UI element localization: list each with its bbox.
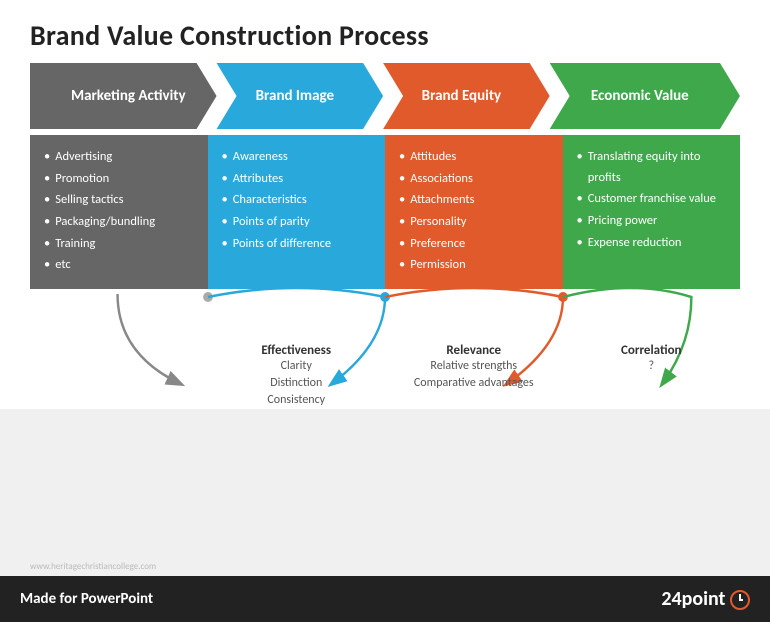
relevance-label: Relevance bbox=[390, 343, 558, 358]
list-item: Advertising bbox=[44, 147, 198, 168]
list-item: Awareness bbox=[222, 147, 376, 168]
bottom-labels: Effectiveness ClarityDistinctionConsiste… bbox=[30, 343, 740, 408]
arrow-brand-equity: Brand Equity bbox=[363, 63, 550, 129]
brand-image-list: Awareness Attributes Characteristics Poi… bbox=[222, 147, 376, 254]
list-item: Points of parity bbox=[222, 212, 376, 233]
bottom-brand-equity: Relevance Relative strengthsComparative … bbox=[385, 343, 563, 408]
list-item: Personality bbox=[399, 212, 553, 233]
arrow-brand-image: Brand Image bbox=[197, 63, 384, 129]
clock-icon-wrapper bbox=[725, 587, 750, 611]
content-brand-equity: Attitudes Associations Attachments Perso… bbox=[385, 135, 563, 289]
list-item: Pricing power bbox=[577, 211, 731, 232]
slide-title: Brand Value Construction Process bbox=[30, 18, 740, 53]
content-economic: Translating equity into profits Customer… bbox=[563, 135, 741, 289]
content-row: Advertising Promotion Selling tactics Pa… bbox=[30, 135, 740, 289]
correlation-sub: ? bbox=[568, 358, 736, 375]
footer-brand: 24point bbox=[661, 587, 750, 611]
list-item: Attributes bbox=[222, 169, 376, 190]
bottom-economic: Correlation ? bbox=[563, 343, 741, 408]
arrow-economic: Economic Value bbox=[530, 63, 740, 129]
footer-made-for: Made for PowerPoint bbox=[20, 590, 153, 608]
bottom-marketing bbox=[30, 343, 208, 408]
list-item: Expense reduction bbox=[577, 233, 731, 254]
list-item: etc bbox=[44, 255, 198, 276]
correlation-label: Correlation bbox=[568, 343, 736, 358]
clock-icon bbox=[730, 590, 750, 610]
list-item: Translating equity into profits bbox=[577, 147, 731, 188]
content-marketing: Advertising Promotion Selling tactics Pa… bbox=[30, 135, 208, 289]
bottom-brand-image: Effectiveness ClarityDistinctionConsiste… bbox=[208, 343, 386, 408]
list-item: Characteristics bbox=[222, 190, 376, 211]
marketing-list: Advertising Promotion Selling tactics Pa… bbox=[44, 147, 198, 276]
list-item: Promotion bbox=[44, 169, 198, 190]
footer: Made for PowerPoint 24point bbox=[0, 576, 770, 622]
connector-section: Effectiveness ClarityDistinctionConsiste… bbox=[30, 289, 740, 409]
brand-equity-list: Attitudes Associations Attachments Perso… bbox=[399, 147, 553, 276]
arrow-row: Marketing Activity Brand Image Brand Equ… bbox=[30, 63, 740, 129]
main-area: Marketing Activity Brand Image Brand Equ… bbox=[0, 63, 770, 409]
list-item: Packaging/bundling bbox=[44, 212, 198, 233]
list-item: Customer franchise value bbox=[577, 189, 731, 210]
content-brand-image: Awareness Attributes Characteristics Poi… bbox=[208, 135, 386, 289]
effectiveness-label: Effectiveness bbox=[213, 343, 381, 358]
list-item: Attachments bbox=[399, 190, 553, 211]
effectiveness-sub: ClarityDistinctionConsistency bbox=[213, 358, 381, 408]
list-item: Selling tactics bbox=[44, 190, 198, 211]
list-item: Training bbox=[44, 234, 198, 255]
list-item: Points of difference bbox=[222, 234, 376, 255]
list-item: Associations bbox=[399, 169, 553, 190]
list-item: Permission bbox=[399, 255, 553, 276]
watermark: www.heritagechristiancollege.com bbox=[30, 561, 156, 572]
list-item: Attitudes bbox=[399, 147, 553, 168]
slide-header: Brand Value Construction Process bbox=[0, 0, 770, 63]
relevance-sub: Relative strengthsComparative advantages bbox=[390, 358, 558, 392]
arrow-marketing: Marketing Activity bbox=[30, 63, 217, 129]
economic-list: Translating equity into profits Customer… bbox=[577, 147, 731, 253]
slide-container: Brand Value Construction Process Marketi… bbox=[0, 0, 770, 622]
list-item: Preference bbox=[399, 234, 553, 255]
